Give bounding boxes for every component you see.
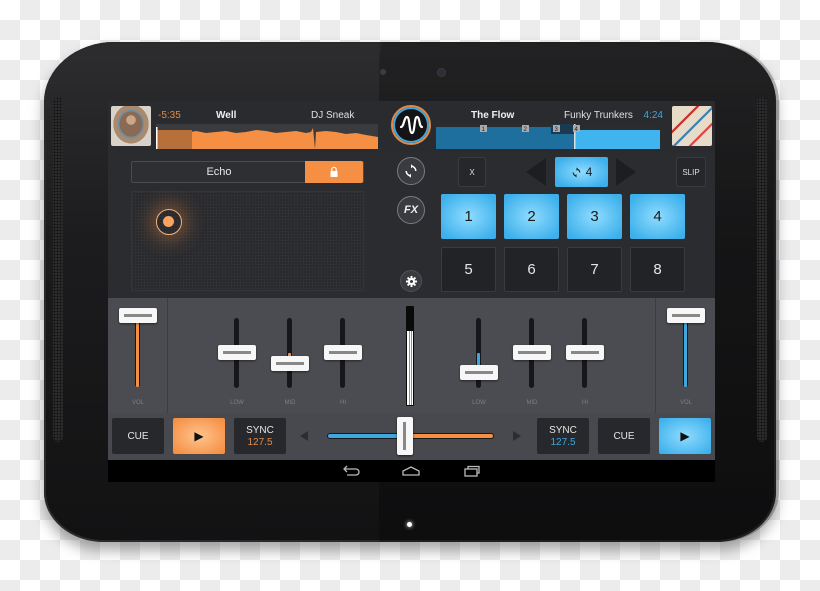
fx-effect-name[interactable]: Echo — [132, 162, 306, 182]
playhead-left — [156, 127, 158, 149]
play-icon: ▶ — [194, 429, 204, 443]
fx-xy-puck[interactable] — [156, 209, 182, 235]
android-nav-bar — [108, 460, 715, 482]
cue-button-left[interactable]: CUE — [112, 418, 164, 454]
hot-cue-pad-2[interactable]: 2 — [504, 194, 559, 239]
volume-fill-right — [684, 312, 687, 387]
hot-cue-pad-3[interactable]: 3 — [567, 194, 622, 239]
volume-section-right: VOL — [655, 298, 715, 413]
sync-button-left[interactable]: SYNC 127.5 — [234, 418, 286, 454]
master-level-meter — [406, 306, 414, 406]
sync-button-right[interactable]: SYNC 127.5 — [537, 418, 589, 454]
hot-cue-pad-6[interactable]: 6 — [504, 247, 559, 292]
gear-icon — [405, 275, 417, 287]
eq-mid-knob-right[interactable] — [513, 345, 551, 360]
volume-section-left: VOL — [108, 298, 168, 413]
light-sensor — [380, 69, 386, 75]
track-artist-left: DJ Sneak — [311, 110, 355, 121]
eq-low-label-right: LOW — [472, 400, 486, 406]
crossfader-nudge-right[interactable] — [513, 431, 521, 441]
crossfader-track-right[interactable] — [410, 433, 494, 439]
album-art-right[interactable] — [672, 106, 712, 146]
deck-header: -5:35 Well DJ Sneak The Flow Funky Trunk… — [108, 101, 715, 153]
track-artist-right: Funky Trunkers — [564, 110, 633, 121]
eq-hi-knob-right[interactable] — [566, 345, 604, 360]
play-icon: ▶ — [680, 429, 690, 443]
waveform-right[interactable]: 1 2 3 4 — [436, 124, 660, 149]
sync-label-left: SYNC — [246, 424, 274, 436]
eq-hi-label-right: HI — [582, 400, 588, 406]
mixer-panel: VOL LOW MID HI LOW MID HI VOL — [108, 298, 715, 413]
waveform-unplayed-right — [574, 127, 660, 149]
track-title-right: The Flow — [471, 110, 515, 121]
cue-button-right[interactable]: CUE — [598, 418, 650, 454]
time-remaining-left: -5:35 — [158, 110, 181, 121]
volume-fader-right[interactable] — [683, 312, 688, 387]
settings-button[interactable] — [400, 270, 422, 292]
loop-size-button[interactable]: 4 — [555, 157, 608, 187]
loop-icon — [572, 167, 581, 177]
eq-mid-label-left: MID — [284, 400, 296, 406]
time-remaining-right: 4:24 — [643, 110, 663, 121]
loop-double-button[interactable] — [616, 158, 636, 186]
volume-fader-knob-left[interactable] — [119, 308, 157, 323]
transport-bar: CUE ▶ SYNC 127.5 SYNC 127.5 CUE ▶ — [108, 413, 715, 460]
slip-button[interactable]: SLIP — [676, 157, 706, 187]
fx-selector[interactable]: Echo — [131, 161, 364, 183]
waveform-played-left — [156, 130, 192, 149]
eq-mid-fader-left[interactable] — [287, 318, 292, 388]
play-button-right[interactable]: ▶ — [659, 418, 711, 454]
lock-icon — [330, 166, 338, 177]
hot-cue-pad-8[interactable]: 8 — [630, 247, 685, 292]
speaker-grille-left — [53, 97, 63, 442]
eq-low-label-left: LOW — [230, 400, 244, 406]
volume-fill-left — [136, 312, 139, 387]
fx-lock-button[interactable] — [305, 161, 363, 183]
bpm-right: 127.5 — [550, 436, 576, 448]
waveform-left[interactable] — [156, 124, 378, 149]
sync-icon — [405, 164, 417, 178]
volume-label-right: VOL — [679, 400, 692, 406]
back-icon[interactable] — [341, 464, 361, 478]
fx-button[interactable]: FX — [397, 196, 425, 224]
eq-hi-knob-left[interactable] — [324, 345, 362, 360]
notification-led — [407, 522, 412, 527]
eq-mid-label-right: MID — [526, 400, 538, 406]
loop-halve-button[interactable] — [526, 158, 546, 186]
master-level-fill — [407, 331, 413, 405]
waveform-logo-icon[interactable] — [391, 105, 431, 145]
eq-low-knob-right[interactable] — [460, 365, 498, 380]
crossfader-knob[interactable] — [397, 417, 413, 455]
eq-hi-label-left: HI — [340, 400, 346, 406]
speaker-grille-right — [757, 97, 767, 442]
dj-app-screen: -5:35 Well DJ Sneak The Flow Funky Trunk… — [108, 101, 715, 482]
hot-cue-pad-7[interactable]: 7 — [567, 247, 622, 292]
home-icon[interactable] — [401, 464, 421, 478]
recents-icon[interactable] — [462, 464, 482, 478]
hot-cue-pad-5[interactable]: 5 — [441, 247, 496, 292]
volume-fader-knob-right[interactable] — [667, 308, 705, 323]
track-title-left: Well — [216, 110, 237, 121]
volume-fader-left[interactable] — [135, 312, 140, 387]
loop-size-value: 4 — [585, 165, 593, 179]
bpm-left: 127.5 — [247, 436, 273, 448]
hot-cue-pad-4[interactable]: 4 — [630, 194, 685, 239]
loop-clear-button[interactable]: X — [458, 157, 486, 187]
front-camera — [438, 69, 445, 76]
volume-label-left: VOL — [131, 400, 144, 406]
fx-xy-pad[interactable] — [131, 191, 364, 291]
sync-label-right: SYNC — [549, 424, 577, 436]
crossfader-nudge-left[interactable] — [300, 431, 308, 441]
hot-cue-pad-1[interactable]: 1 — [441, 194, 496, 239]
album-art-left[interactable] — [111, 106, 151, 146]
eq-low-knob-left[interactable] — [218, 345, 256, 360]
play-button-left[interactable]: ▶ — [173, 418, 225, 454]
eq-mid-knob-left[interactable] — [271, 356, 309, 371]
sync-toggle-button[interactable] — [397, 157, 425, 185]
